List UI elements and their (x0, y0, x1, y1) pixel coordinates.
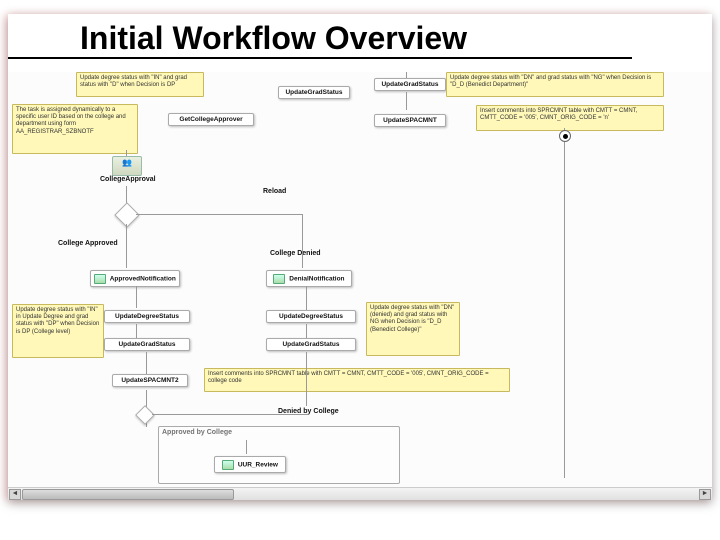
slide-frame: Initial Workflow Overview Update degree … (8, 14, 712, 500)
node-reload: Reload (263, 188, 286, 195)
connector (406, 92, 407, 110)
task-icon (222, 460, 234, 470)
note-update-degree-dp: Update degree status with "IN" and grad … (76, 72, 204, 97)
connector (136, 286, 137, 308)
node-denial-notification: DenialNotification (266, 270, 352, 287)
merge-inner (563, 134, 568, 139)
connector (306, 324, 307, 338)
node-update-grad-status-1: UpdateGradStatus (278, 86, 350, 99)
container-approved-by-college (158, 426, 400, 484)
scroll-thumb[interactable] (22, 489, 234, 500)
scroll-right-arrow[interactable]: ► (699, 489, 711, 500)
connector-long (564, 128, 565, 478)
usertask-icon: 👥 (112, 156, 142, 176)
node-uur-review: UUR_Review (214, 456, 286, 473)
mail-icon (94, 274, 106, 284)
note-insert-comments-1: Insert comments into SPRCMNT table with … (476, 105, 664, 131)
connector (306, 352, 307, 406)
connector (246, 440, 247, 454)
connector (152, 414, 308, 415)
connector (306, 286, 307, 310)
node-get-college-approver: GetCollegeApprover (168, 113, 254, 126)
decision-final (135, 405, 155, 425)
node-update-spacmnt2: UpdateSPACMNT2 (112, 374, 188, 387)
note-insert-comments-2: Insert comments into SPRCMNT table with … (204, 368, 510, 392)
connector (136, 214, 302, 215)
node-update-degree-status-left: UpdateDegreeStatus (104, 310, 190, 323)
connector (136, 324, 137, 338)
note-update-degree-college-left: Update degree status with "IN" in Update… (12, 304, 104, 358)
denial-notification-label: DenialNotification (289, 276, 344, 283)
mail-icon (273, 274, 285, 284)
node-approved-notification: ApprovedNotification (90, 270, 180, 287)
scroll-left-arrow[interactable]: ◄ (9, 489, 21, 500)
label-college-approved: College Approved (58, 240, 118, 247)
node-update-grad-status-right: UpdateGradStatus (266, 338, 356, 351)
note-task-assigned: The task is assigned dynamically to a sp… (12, 104, 138, 154)
workflow-canvas: Update degree status with "IN" and grad … (8, 72, 712, 500)
connector (302, 214, 303, 268)
connector (126, 224, 127, 268)
node-update-grad-status-left: UpdateGradStatus (104, 338, 190, 351)
node-update-spacmnt: UpdateSPACMNT (374, 114, 446, 127)
node-college-approval: CollegeApproval (100, 176, 156, 183)
approved-notification-label: ApprovedNotification (110, 276, 176, 283)
node-update-degree-status-right: UpdateDegreeStatus (266, 310, 356, 323)
decision-college (114, 202, 139, 227)
note-update-degree-dn: Update degree status with "DN" and grad … (446, 72, 664, 97)
label-college-denied: College Denied (270, 250, 321, 257)
connector (146, 352, 147, 374)
horizontal-scrollbar[interactable]: ◄ ► (8, 487, 712, 500)
note-update-degree-college-right: Update degree status with "DN" (denied) … (366, 302, 460, 356)
node-update-grad-status-2: UpdateGradStatus (374, 78, 446, 91)
page-title: Initial Workflow Overview (8, 14, 632, 59)
uur-review-label: UUR_Review (238, 462, 278, 469)
